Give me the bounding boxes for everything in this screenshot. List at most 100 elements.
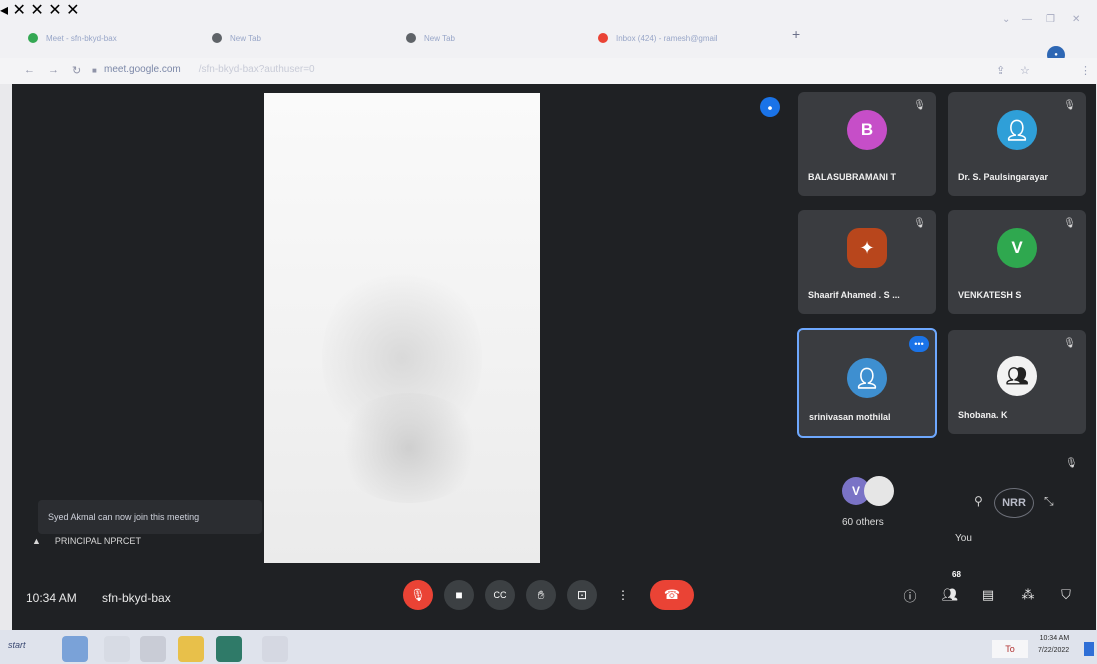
more-vertical-icon: ⋮ bbox=[617, 588, 629, 602]
forward-icon[interactable]: → bbox=[48, 64, 59, 76]
avatar: 👥︎ bbox=[997, 356, 1037, 396]
mic-off-icon: 🎙︎ bbox=[1063, 100, 1076, 111]
participant-tile-speaking[interactable]: 👤︎ srinivasan mothilal ••• bbox=[797, 328, 937, 438]
tab-new-2[interactable]: New Tab bbox=[406, 26, 455, 50]
avatar: V bbox=[997, 228, 1037, 268]
url-field[interactable]: meet.google.com/sfn-bkyd-bax?authuser=0 bbox=[104, 64, 315, 75]
avatar-initial: V bbox=[851, 484, 860, 498]
you-logo-text: NRR bbox=[1002, 497, 1026, 509]
others-avatar-photo bbox=[864, 476, 894, 506]
folder-icon[interactable] bbox=[104, 636, 130, 662]
app-icon[interactable] bbox=[216, 636, 242, 662]
camera-toggle-button[interactable]: ■ bbox=[444, 580, 474, 610]
avatar: 👤︎ bbox=[997, 110, 1037, 150]
mic-off-icon: 🎙︎ bbox=[913, 100, 926, 111]
you-logo: NRR bbox=[994, 488, 1034, 518]
taskbar-clock[interactable]: 10:34 AM 7/22/2022 bbox=[1038, 633, 1069, 657]
self-label: You bbox=[955, 533, 972, 544]
speaker-icon: ◂ bbox=[0, 2, 9, 19]
mic-toggle-button[interactable]: 🎙︎ bbox=[403, 580, 433, 610]
captions-icon: CC bbox=[493, 590, 507, 600]
meet-favicon-icon bbox=[28, 33, 38, 43]
participant-name: Shobana. K bbox=[958, 410, 1008, 420]
meeting-time: 10:34 AM bbox=[26, 591, 77, 605]
chevron-down-icon[interactable]: ⌄ bbox=[1002, 14, 1010, 25]
meeting-info-button[interactable]: ⓘ bbox=[898, 583, 922, 607]
tab-new-1[interactable]: New Tab bbox=[212, 26, 261, 50]
person-icon: 👤︎ bbox=[1004, 119, 1030, 142]
others-count-label[interactable]: 60 others bbox=[842, 517, 884, 528]
participant-count-badge: 68 bbox=[952, 570, 961, 579]
system-tray[interactable]: To bbox=[992, 640, 1028, 658]
avatar: ✦ bbox=[847, 228, 887, 268]
restore-icon[interactable]: ❐ bbox=[1046, 14, 1055, 25]
chrome-favicon-icon bbox=[406, 33, 416, 43]
tab-close-icon[interactable]: ✕ bbox=[12, 2, 25, 19]
participant-tile[interactable]: B BALASUBRAMANI T 🎙︎ bbox=[798, 92, 936, 196]
mic-off-icon: 🎙︎ bbox=[913, 218, 926, 229]
shield-icon: ⛉ bbox=[1061, 587, 1071, 602]
avatar: 👤︎ bbox=[847, 358, 887, 398]
avatar-initial: V bbox=[1011, 238, 1023, 257]
minimize-icon[interactable]: — bbox=[1022, 14, 1032, 25]
chat-button[interactable]: ▤ bbox=[976, 583, 1000, 607]
chrome-icon[interactable] bbox=[178, 636, 204, 662]
tab-close-icon[interactable]: ✕ bbox=[66, 2, 79, 19]
participant-tile[interactable]: 👤︎ Dr. S. Paulsingarayar 🎙︎ bbox=[948, 92, 1086, 196]
notification-text: Syed Akmal can now join this meeting bbox=[48, 512, 200, 522]
more-horizontal-icon: ••• bbox=[914, 339, 924, 349]
person-icon: 👤︎ bbox=[854, 367, 880, 390]
participant-name: BALASUBRAMANI T bbox=[808, 172, 896, 182]
url-path: /sfn-bkyd-bax?authuser=0 bbox=[198, 64, 315, 75]
tab-inbox[interactable]: Inbox (424) - ramesh@gmail bbox=[598, 26, 718, 50]
tab-meet[interactable]: Meet - sfn-bkyd-bax bbox=[28, 26, 117, 50]
clock-date: 7/22/2022 bbox=[1038, 647, 1070, 654]
pen-tool-icon[interactable] bbox=[262, 636, 288, 662]
participant-tile[interactable]: ✦ Shaarif Ahamed . S ... 🎙︎ bbox=[798, 210, 936, 314]
host-controls-button[interactable]: ⛉ bbox=[1054, 583, 1078, 607]
show-desktop-button[interactable] bbox=[1084, 642, 1094, 656]
pin-icon[interactable]: ⚲ bbox=[974, 494, 983, 508]
close-icon[interactable]: ✕ bbox=[1072, 14, 1080, 25]
participant-tile[interactable]: 👥︎ Shobana. K 🎙︎ bbox=[948, 330, 1086, 434]
hand-icon: ✋︎ bbox=[537, 587, 545, 602]
tab-close-icon[interactable]: ✕ bbox=[30, 2, 43, 19]
camera-icon: ■ bbox=[455, 588, 463, 602]
tab-close-icon[interactable]: ✕ bbox=[48, 2, 61, 19]
gmail-favicon-icon bbox=[598, 33, 608, 43]
people-button[interactable]: 👥︎ bbox=[938, 583, 962, 607]
lock-icon: ■ bbox=[92, 66, 97, 75]
speaker-body bbox=[334, 393, 484, 503]
clock-time: 10:34 AM bbox=[1039, 635, 1070, 642]
present-button[interactable]: ⊡ bbox=[567, 580, 597, 610]
more-options-button[interactable]: ⋮ bbox=[608, 580, 638, 610]
ie-icon[interactable] bbox=[62, 636, 88, 662]
media-player-icon[interactable] bbox=[140, 636, 166, 662]
participant-tile[interactable]: V VENKATESH S 🎙︎ bbox=[948, 210, 1086, 314]
more-options-button[interactable]: ••• bbox=[909, 336, 929, 352]
main-speaker-video[interactable] bbox=[264, 93, 540, 563]
tab-title: New Tab bbox=[230, 33, 261, 43]
people-icon: 👥︎ bbox=[941, 587, 959, 602]
tray-label: To bbox=[1005, 644, 1015, 654]
tab-title: Inbox (424) - ramesh@gmail bbox=[616, 33, 718, 43]
back-icon[interactable]: ← bbox=[24, 64, 35, 76]
start-button[interactable]: start bbox=[8, 640, 26, 650]
end-call-button[interactable]: ☎︎ bbox=[650, 580, 694, 610]
bookmark-star-icon[interactable]: ☆ bbox=[1020, 64, 1030, 77]
menu-kebab-icon[interactable]: ⋮ bbox=[1080, 64, 1091, 77]
voice-activity-icon: ⦁ bbox=[760, 97, 780, 117]
new-tab-button[interactable]: + bbox=[792, 26, 800, 42]
participant-name: srinivasan mothilal bbox=[809, 412, 891, 422]
captions-button[interactable]: CC bbox=[485, 580, 515, 610]
presenter-label: ▲ PRINCIPAL NPRCET bbox=[32, 536, 141, 546]
minimize-tile-icon[interactable]: ⤡ bbox=[1044, 494, 1054, 509]
meeting-code: sfn-bkyd-bax bbox=[102, 591, 171, 605]
activities-button[interactable]: ⁂ bbox=[1016, 583, 1040, 607]
participant-name: Shaarif Ahamed . S ... bbox=[808, 290, 900, 300]
reload-icon[interactable]: ↻ bbox=[72, 64, 81, 77]
tab-title: Meet - sfn-bkyd-bax bbox=[46, 33, 117, 43]
share-icon[interactable]: ⇪ bbox=[996, 64, 1005, 77]
raise-hand-button[interactable]: ✋︎ bbox=[526, 580, 556, 610]
mic-off-icon: 🎙︎ bbox=[1063, 338, 1076, 349]
